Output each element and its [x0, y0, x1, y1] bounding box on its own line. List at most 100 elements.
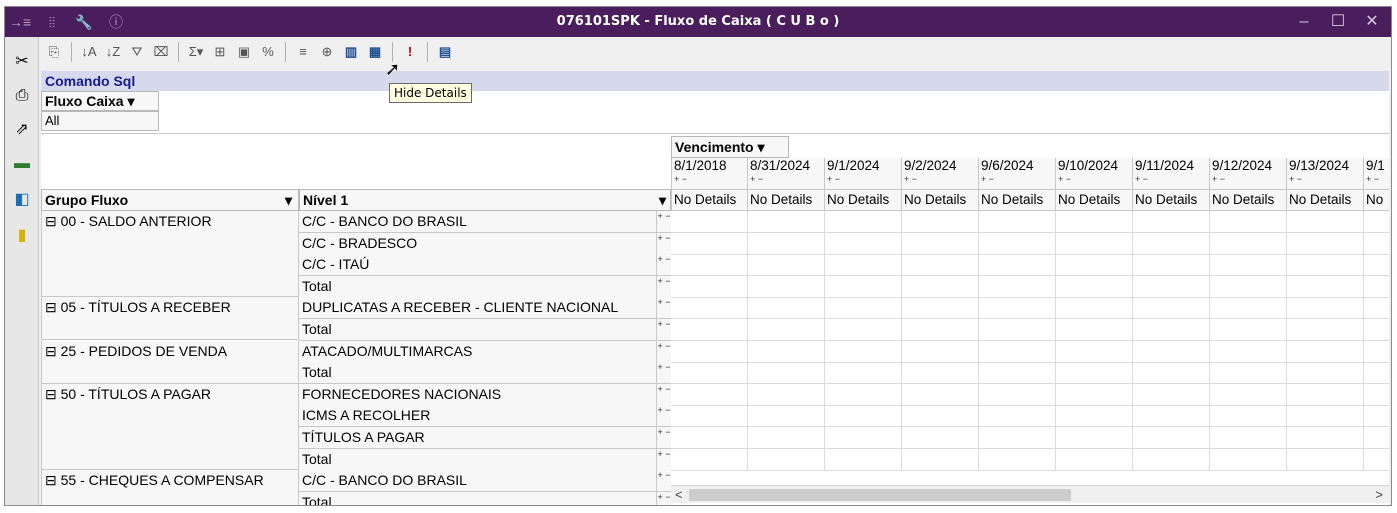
nivel-row-cell[interactable]: Total	[299, 449, 657, 471]
expand-collapse-icon[interactable]: + −	[657, 405, 671, 427]
date-column-header[interactable]: 9/11/2024 + −	[1132, 158, 1209, 189]
expand-collapse-icon[interactable]: + −	[1366, 174, 1389, 184]
calendar-icon[interactable]: ▤	[434, 41, 456, 63]
maximize-button[interactable]: ☐	[1327, 10, 1349, 34]
chart-toggle-icon[interactable]: ▣	[233, 41, 255, 63]
no-details-cell: No Details	[1055, 189, 1132, 211]
date-column-header[interactable]: 9/13/2024 + −	[1286, 158, 1363, 189]
date-column-header[interactable]: 9/12/2024 + −	[1209, 158, 1286, 189]
date-column-header[interactable]: 9/6/2024 + −	[978, 158, 1055, 189]
expand-collapse-icon[interactable]: + −	[657, 319, 671, 341]
copy-icon[interactable]: ⎘	[43, 41, 65, 63]
grupo-row-cell[interactable]: ⊟ 50 - TÍTULOS A PAGAR	[41, 384, 299, 470]
nivel-row-cell[interactable]: C/C - BANCO DO BRASIL	[299, 211, 657, 233]
grupo-row-cell[interactable]: ⊟ 55 - CHEQUES A COMPENSAR	[41, 470, 299, 505]
details-grid-icon[interactable]: ▦	[364, 41, 386, 63]
date-column-header[interactable]: 9/10/2024 + −	[1055, 158, 1132, 189]
expand-collapse-icon[interactable]: + −	[657, 362, 671, 384]
grid-line	[671, 383, 1389, 384]
close-button[interactable]: ✕	[1361, 10, 1383, 34]
nivel-row-cell[interactable]: C/C - ITAÚ	[299, 254, 657, 276]
nivel-row-cell[interactable]: C/C - BRADESCO	[299, 233, 657, 255]
chevron-down-icon[interactable]: ▾	[285, 190, 292, 210]
row-field-nivel[interactable]: Nível 1 ▾	[299, 189, 671, 211]
show-details-icon[interactable]: ≡	[292, 41, 314, 63]
date-column-header[interactable]: 9/1 + −	[1363, 158, 1389, 189]
no-details-cell: No Details	[824, 189, 901, 211]
date-column-header[interactable]: 8/1/2018 + −	[671, 158, 747, 189]
chart-icon[interactable]: ▬	[11, 153, 33, 175]
scissors-icon[interactable]: ✂	[11, 51, 33, 73]
expand-collapse-icon[interactable]: + −	[1135, 174, 1209, 184]
sql-command-bar[interactable]: Comando Sql	[41, 71, 1389, 91]
nivel-row-cell[interactable]: ICMS A RECOLHER	[299, 405, 657, 427]
scroll-thumb[interactable]	[689, 489, 1071, 501]
date-column-header[interactable]: 9/2/2024 + −	[901, 158, 978, 189]
expand-collapse-icon[interactable]: + −	[750, 174, 824, 184]
expand-collapse-icon[interactable]: + −	[657, 211, 671, 233]
expand-collapse-icon[interactable]: + −	[657, 233, 671, 255]
percent-icon[interactable]: %	[257, 41, 279, 63]
grupo-row-cell[interactable]: ⊟ 05 - TÍTULOS A RECEBER	[41, 297, 299, 340]
date-label: 9/6/2024	[981, 158, 1034, 173]
sum-icon[interactable]: Σ▾	[185, 41, 207, 63]
nivel-row-cell[interactable]: DUPLICATAS A RECEBER - CLIENTE NACIONAL	[299, 297, 657, 319]
expand-collapse-icon[interactable]: + −	[674, 174, 747, 184]
grid-line	[978, 211, 979, 471]
nivel-row-cell[interactable]: Total	[299, 492, 657, 505]
toolbar-separator	[427, 42, 428, 62]
date-column-header[interactable]: 9/1/2024 + −	[824, 158, 901, 189]
nivel-row-cell[interactable]: Total	[299, 319, 657, 341]
expand-collapse-icon[interactable]: + −	[657, 341, 671, 363]
expand-collapse-icon[interactable]: + −	[657, 254, 671, 276]
expand-collapse-icon[interactable]: + −	[827, 174, 901, 184]
expand-collapse-icon[interactable]: + −	[657, 384, 671, 406]
print-icon[interactable]: ⎙	[11, 85, 33, 107]
scroll-right-arrow[interactable]: >	[1375, 486, 1383, 504]
expand-collapse-icon[interactable]: + −	[657, 427, 671, 449]
horizontal-scrollbar[interactable]: < >	[671, 485, 1389, 503]
expand-collapse-icon[interactable]: + −	[657, 470, 671, 492]
expand-collapse-icon[interactable]: + −	[657, 276, 671, 298]
expand-collapse-icon[interactable]: + −	[657, 492, 671, 505]
chevron-down-icon[interactable]: ▾	[659, 190, 666, 210]
nivel-row-cell[interactable]: ATACADO/MULTIMARCAS	[299, 341, 657, 363]
date-label: 9/11/2024	[1135, 158, 1195, 173]
date-column-header[interactable]: 8/31/2024 + −	[747, 158, 824, 189]
nivel-row-cell[interactable]: TÍTULOS A PAGAR	[299, 427, 657, 449]
nivel-row-cell[interactable]: Total	[299, 276, 657, 298]
nivel-row-cell[interactable]: C/C - BANCO DO BRASIL	[299, 470, 657, 492]
expand-collapse-icon[interactable]: + −	[1058, 174, 1132, 184]
excel-icon[interactable]: ◧	[11, 189, 33, 211]
hide-details-icon[interactable]: ▥	[340, 41, 362, 63]
column-field-header[interactable]: Vencimento ▾	[671, 136, 789, 158]
expand-collapse-icon[interactable]: + −	[904, 174, 978, 184]
alert-icon[interactable]: !	[399, 41, 421, 63]
minimize-button[interactable]: –	[1293, 10, 1315, 34]
nivel-row-cell[interactable]: FORNECEDORES NACIONAIS	[299, 384, 657, 406]
grid-line	[671, 340, 1389, 341]
row-field-grupo[interactable]: Grupo Fluxo ▾	[41, 189, 299, 211]
date-label: 8/1/2018	[674, 158, 727, 173]
scroll-left-arrow[interactable]: <	[675, 486, 683, 504]
expand-collapse-icon[interactable]: + −	[1212, 174, 1286, 184]
window-title: 076101SPK - Fluxo de Caixa ( C U B o )	[556, 14, 840, 29]
grupo-row-cell[interactable]: ⊟ 00 - SALDO ANTERIOR	[41, 211, 299, 297]
sort-desc-icon[interactable]: ↓Z	[102, 41, 124, 63]
expand-icon[interactable]: ⊕	[316, 41, 338, 63]
no-details-cell: No Details	[1209, 189, 1286, 211]
expand-collapse-icon[interactable]: + −	[1289, 174, 1363, 184]
filter-field-header[interactable]: Fluxo Caixa ▾	[41, 91, 159, 111]
expand-collapse-icon[interactable]: + −	[657, 449, 671, 471]
expand-collapse-icon[interactable]: + −	[657, 297, 671, 319]
sort-asc-icon[interactable]: ↓A	[78, 41, 100, 63]
filter-icon[interactable]: ⛛	[126, 41, 148, 63]
filter-field-value[interactable]: All	[41, 111, 159, 131]
export-icon[interactable]: ⇗	[11, 119, 33, 141]
nivel-row-cell[interactable]: Total	[299, 362, 657, 384]
grupo-row-cell[interactable]: ⊟ 25 - PEDIDOS DE VENDA	[41, 341, 299, 384]
tree-icon[interactable]: ⊞	[209, 41, 231, 63]
filter-clear-icon[interactable]: ⌧	[150, 41, 172, 63]
new-icon[interactable]: ▮	[11, 225, 33, 247]
expand-collapse-icon[interactable]: + −	[981, 174, 1055, 184]
